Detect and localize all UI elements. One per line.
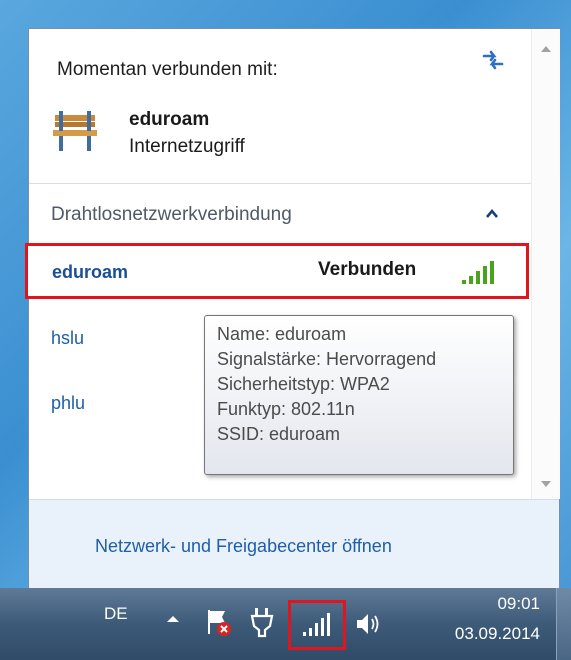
window-frame: Momentan verbunden mit: eduroam Internet…	[0, 0, 571, 588]
divider	[29, 183, 531, 184]
show-desktop-button[interactable]	[556, 588, 571, 660]
network-center-link[interactable]: Netzwerk- und Freigabecenter öffnen	[95, 536, 392, 557]
network-tooltip: Name: eduroam Signalstärke: Hervorragend…	[204, 315, 514, 475]
current-network-access: Internetzugriff	[129, 136, 245, 157]
show-hidden-icons-icon[interactable]	[166, 614, 180, 623]
refresh-icon[interactable]	[480, 47, 506, 73]
power-icon[interactable]	[248, 606, 276, 638]
connection-status: Verbunden	[318, 259, 417, 280]
signal-strength-icon	[462, 261, 494, 284]
language-indicator[interactable]: DE	[104, 604, 128, 624]
network-flyout: Momentan verbunden mit: eduroam Internet…	[25, 28, 560, 588]
collapse-chevron-icon[interactable]	[485, 207, 499, 219]
tooltip-ssid: SSID: eduroam	[217, 424, 341, 444]
scroll-down-icon[interactable]	[541, 481, 551, 488]
current-network-name: eduroam	[129, 109, 210, 130]
tooltip-name: Name: eduroam	[217, 324, 347, 344]
tooltip-signal: Signalstärke: Hervorragend	[217, 349, 437, 369]
tooltip-security: Sicherheitstyp: WPA2	[217, 374, 390, 394]
network-name: hslu	[51, 328, 85, 348]
connected-label: Momentan verbunden mit:	[57, 59, 278, 80]
section-title[interactable]: Drahtlosnetzwerkverbindung	[51, 204, 292, 226]
network-item-eduroam[interactable]: eduroam Verbunden	[25, 243, 529, 299]
scrollbar[interactable]	[531, 29, 560, 499]
flyout-footer: Netzwerk- und Freigabecenter öffnen	[29, 499, 559, 588]
network-name: phlu	[51, 393, 86, 413]
network-signal-icon[interactable]	[301, 612, 331, 638]
network-name: eduroam	[52, 262, 129, 282]
bench-network-icon	[53, 111, 97, 151]
volume-icon[interactable]	[354, 610, 384, 638]
current-connection-section: Momentan verbunden mit: eduroam Internet…	[29, 29, 531, 181]
clock-date[interactable]: 03.09.2014	[436, 624, 540, 644]
tooltip-radio-type: Funktyp: 802.11n	[217, 399, 355, 419]
clock-time[interactable]: 09:01	[474, 594, 540, 614]
scroll-up-icon[interactable]	[541, 45, 551, 52]
action-center-icon[interactable]	[205, 608, 233, 638]
taskbar: DE 09:01 03.09.2014	[0, 588, 571, 660]
